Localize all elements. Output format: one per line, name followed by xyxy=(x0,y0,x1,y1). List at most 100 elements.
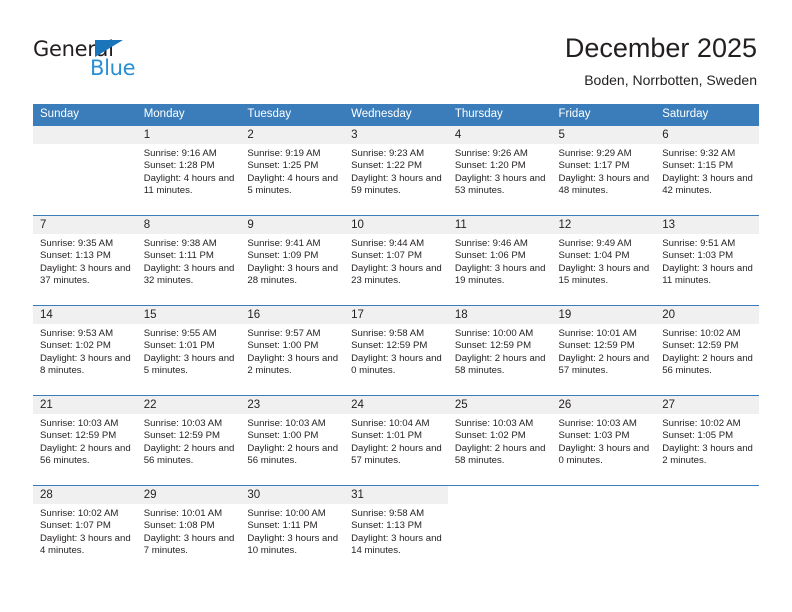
day-number: 17 xyxy=(344,306,448,324)
sunrise-text: Sunrise: 9:32 AM xyxy=(662,148,736,159)
calendar-cell-day[interactable]: 26 Sunrise: 10:03 AM Sunset: 1:03 PM Daylig… xyxy=(551,395,656,486)
day-number: 12 xyxy=(551,216,656,234)
calendar-cell-day[interactable]: 19 Sunrise: 10:01 AM Sunset: 12:59 PM Dayli… xyxy=(551,305,656,396)
daylight-text: Daylight: 3 hours and 0 minutes. xyxy=(351,352,442,376)
day-details: Sunrise: 9:58 AM Sunset: 12:59 PM Daylight… xyxy=(344,324,448,377)
day-number: 31 xyxy=(344,486,448,504)
day-number: 23 xyxy=(240,396,345,414)
day-number: 11 xyxy=(447,216,552,234)
day-number: 8 xyxy=(136,216,241,234)
calendar-cell-day[interactable]: 1 Sunrise: 9:16 AM Sunset: 1:28 PM Daylight… xyxy=(136,126,241,216)
calendar-cell-day[interactable]: 3 Sunrise: 9:23 AM Sunset: 1:22 PM Daylight… xyxy=(344,126,448,216)
sunset-text: Sunset: 1:13 PM xyxy=(40,250,111,262)
day-number: 22 xyxy=(136,396,241,414)
sunrise-text: Sunrise: 9:26 AM xyxy=(454,148,528,159)
calendar-cell-day[interactable]: 17 Sunrise: 9:58 AM Sunset: 12:59 PM Daylig… xyxy=(344,305,448,396)
day-details: Sunrise: 9:32 AM Sunset: 1:15 PM Daylight:… xyxy=(655,144,759,197)
sunrise-text: Sunrise: 9:55 AM xyxy=(143,328,217,339)
sunset-text: Sunset: 1:11 PM xyxy=(143,250,214,262)
day-number: 30 xyxy=(240,486,345,504)
day-number xyxy=(447,486,552,504)
calendar-cell-day[interactable]: 12 Sunrise: 9:49 AM Sunset: 1:04 PM Dayligh… xyxy=(551,215,656,306)
calendar-cell-day[interactable]: 9 Sunrise: 9:41 AM Sunset: 1:09 PM Daylight… xyxy=(240,215,345,306)
sunrise-text: Sunrise: 9:19 AM xyxy=(247,148,321,159)
day-number: 19 xyxy=(551,306,656,324)
day-details: Sunrise: 9:16 AM Sunset: 1:28 PM Daylight:… xyxy=(137,144,241,197)
calendar-cell-day[interactable]: 16 Sunrise: 9:57 AM Sunset: 1:00 PM Dayligh… xyxy=(240,305,345,396)
day-details: Sunrise: 9:38 AM Sunset: 1:11 PM Daylight:… xyxy=(137,234,241,287)
calendar-cell-day[interactable]: 24 Sunrise: 10:04 AM Sunset: 1:01 PM Daylig… xyxy=(344,395,448,486)
day-number xyxy=(655,486,759,504)
calendar-cell-day[interactable]: 25 Sunrise: 10:03 AM Sunset: 1:02 PM Daylig… xyxy=(447,395,552,486)
sunset-text: Sunset: 1:00 PM xyxy=(247,340,319,352)
sunset-text: Sunset: 1:06 PM xyxy=(454,250,526,262)
sunrise-text: Sunrise: 9:46 AM xyxy=(454,238,528,249)
day-details: Sunrise: 9:41 AM Sunset: 1:09 PM Daylight:… xyxy=(240,234,344,287)
calendar-cell-inner: 3 Sunrise: 9:23 AM Sunset: 1:22 PM Daylight… xyxy=(344,126,448,215)
sunrise-text: Sunrise: 9:16 AM xyxy=(143,148,217,159)
sunset-text: Sunset: 1:01 PM xyxy=(351,430,423,442)
sunset-text: Sunset: 12:59 PM xyxy=(558,340,635,352)
calendar-cell-day[interactable]: 27 Sunrise: 10:02 AM Sunset: 1:05 PM Daylig… xyxy=(655,395,759,486)
daylight-text: Daylight: 3 hours and 7 minutes. xyxy=(143,532,235,556)
calendar-cell-inner: 19 Sunrise: 10:01 AM Sunset: 12:59 PM Dayli… xyxy=(551,306,656,395)
calendar-week-row: 21 Sunrise: 10:03 AM Sunset: 12:59 PM Dayli… xyxy=(33,395,759,486)
day-number xyxy=(33,126,137,144)
calendar-cell-inner: 8 Sunrise: 9:38 AM Sunset: 1:11 PM Daylight… xyxy=(136,216,241,305)
sunrise-text: Sunrise: 10:03 AM xyxy=(40,418,119,429)
calendar-cell-day[interactable]: 11 Sunrise: 9:46 AM Sunset: 1:06 PM Dayligh… xyxy=(447,215,552,306)
calendar-cell-day[interactable]: 8 Sunrise: 9:38 AM Sunset: 1:11 PM Daylight… xyxy=(136,215,241,306)
day-number: 29 xyxy=(136,486,241,504)
calendar-cell-day[interactable]: 23 Sunrise: 10:03 AM Sunset: 1:00 PM Daylig… xyxy=(240,395,345,486)
sunrise-text: Sunrise: 10:03 AM xyxy=(558,418,637,429)
sunrise-text: Sunrise: 9:51 AM xyxy=(662,238,736,249)
calendar-cell-day[interactable]: 5 Sunrise: 9:29 AM Sunset: 1:17 PM Daylight… xyxy=(551,126,656,216)
calendar-week-row: 14 Sunrise: 9:53 AM Sunset: 1:02 PM Dayligh… xyxy=(33,305,759,396)
day-number: 27 xyxy=(655,396,759,414)
daylight-text: Daylight: 3 hours and 53 minutes. xyxy=(454,172,546,196)
calendar-cell-day[interactable]: 18 Sunrise: 10:00 AM Sunset: 12:59 PM Dayli… xyxy=(447,305,552,396)
calendar-cell-day[interactable]: 4 Sunrise: 9:26 AM Sunset: 1:20 PM Daylight… xyxy=(447,126,552,216)
daylight-text: Daylight: 3 hours and 10 minutes. xyxy=(247,532,339,556)
day-number: 24 xyxy=(344,396,448,414)
calendar-cell-inner xyxy=(447,486,552,575)
calendar-cell-inner: 2 Sunrise: 9:19 AM Sunset: 1:25 PM Daylight… xyxy=(240,126,345,215)
day-number xyxy=(551,486,656,504)
logo-triangle-icon xyxy=(95,40,123,57)
calendar-cell-inner: 9 Sunrise: 9:41 AM Sunset: 1:09 PM Daylight… xyxy=(240,216,345,305)
daylight-text: Daylight: 4 hours and 5 minutes. xyxy=(247,172,339,196)
calendar-cell-day[interactable]: 7 Sunrise: 9:35 AM Sunset: 1:13 PM Daylight… xyxy=(33,215,137,306)
sunset-text: Sunset: 1:20 PM xyxy=(454,160,526,172)
day-details: Sunrise: 10:04 AM Sunset: 1:01 PM Daylight… xyxy=(344,414,448,467)
general-blue-logo[interactable]: General Blue xyxy=(33,38,233,86)
calendar-cell-day[interactable]: 21 Sunrise: 10:03 AM Sunset: 12:59 PM Dayli… xyxy=(33,395,137,486)
calendar-cell-day[interactable]: 31 Sunrise: 9:58 AM Sunset: 1:13 PM Dayligh… xyxy=(344,485,448,575)
calendar-cell-day[interactable]: 15 Sunrise: 9:55 AM Sunset: 1:01 PM Dayligh… xyxy=(136,305,241,396)
sunset-text: Sunset: 1:03 PM xyxy=(558,430,630,442)
sunrise-text: Sunrise: 10:03 AM xyxy=(143,418,223,429)
sunset-text: Sunset: 12:59 PM xyxy=(143,430,220,442)
day-number: 18 xyxy=(447,306,552,324)
sunrise-text: Sunrise: 9:58 AM xyxy=(351,508,425,519)
day-details: Sunrise: 9:29 AM Sunset: 1:17 PM Daylight:… xyxy=(552,144,656,197)
sunrise-text: Sunrise: 10:02 AM xyxy=(662,418,741,429)
day-details: Sunrise: 10:01 AM Sunset: 1:08 PM Daylight… xyxy=(137,504,241,557)
calendar-cell-day[interactable]: 13 Sunrise: 9:51 AM Sunset: 1:03 PM Dayligh… xyxy=(655,215,759,306)
day-details: Sunrise: 10:00 AM Sunset: 12:59 PM Dayligh… xyxy=(448,324,552,377)
sunset-text: Sunset: 1:08 PM xyxy=(143,520,215,532)
daylight-text: Daylight: 2 hours and 56 minutes. xyxy=(40,442,131,466)
calendar-cell-inner: 11 Sunrise: 9:46 AM Sunset: 1:06 PM Dayligh… xyxy=(447,216,552,305)
daylight-text: Daylight: 2 hours and 56 minutes. xyxy=(247,442,339,466)
calendar-cell-inner: 28 Sunrise: 10:02 AM Sunset: 1:07 PM Daylig… xyxy=(33,486,137,575)
title-block: December 2025 Boden, Norrbotten, Sweden xyxy=(565,31,757,90)
calendar-cell-day[interactable]: 28 Sunrise: 10:02 AM Sunset: 1:07 PM Daylig… xyxy=(33,485,137,575)
calendar-cell-day[interactable]: 29 Sunrise: 10:01 AM Sunset: 1:08 PM Daylig… xyxy=(136,485,241,575)
calendar-cell-day[interactable]: 14 Sunrise: 9:53 AM Sunset: 1:02 PM Dayligh… xyxy=(33,305,137,396)
calendar-cell-day[interactable]: 10 Sunrise: 9:44 AM Sunset: 1:07 PM Dayligh… xyxy=(344,215,448,306)
day-details: Sunrise: 9:35 AM Sunset: 1:13 PM Daylight:… xyxy=(33,234,137,287)
calendar-cell-day[interactable]: 20 Sunrise: 10:02 AM Sunset: 12:59 PM Dayli… xyxy=(655,305,759,396)
calendar-cell-day[interactable]: 6 Sunrise: 9:32 AM Sunset: 1:15 PM Daylight… xyxy=(655,126,759,216)
calendar-cell-day[interactable]: 2 Sunrise: 9:19 AM Sunset: 1:25 PM Daylight… xyxy=(240,126,345,216)
calendar-cell-day[interactable]: 30 Sunrise: 10:00 AM Sunset: 1:11 PM Daylig… xyxy=(240,485,345,575)
calendar-cell-day[interactable]: 22 Sunrise: 10:03 AM Sunset: 12:59 PM Dayli… xyxy=(136,395,241,486)
